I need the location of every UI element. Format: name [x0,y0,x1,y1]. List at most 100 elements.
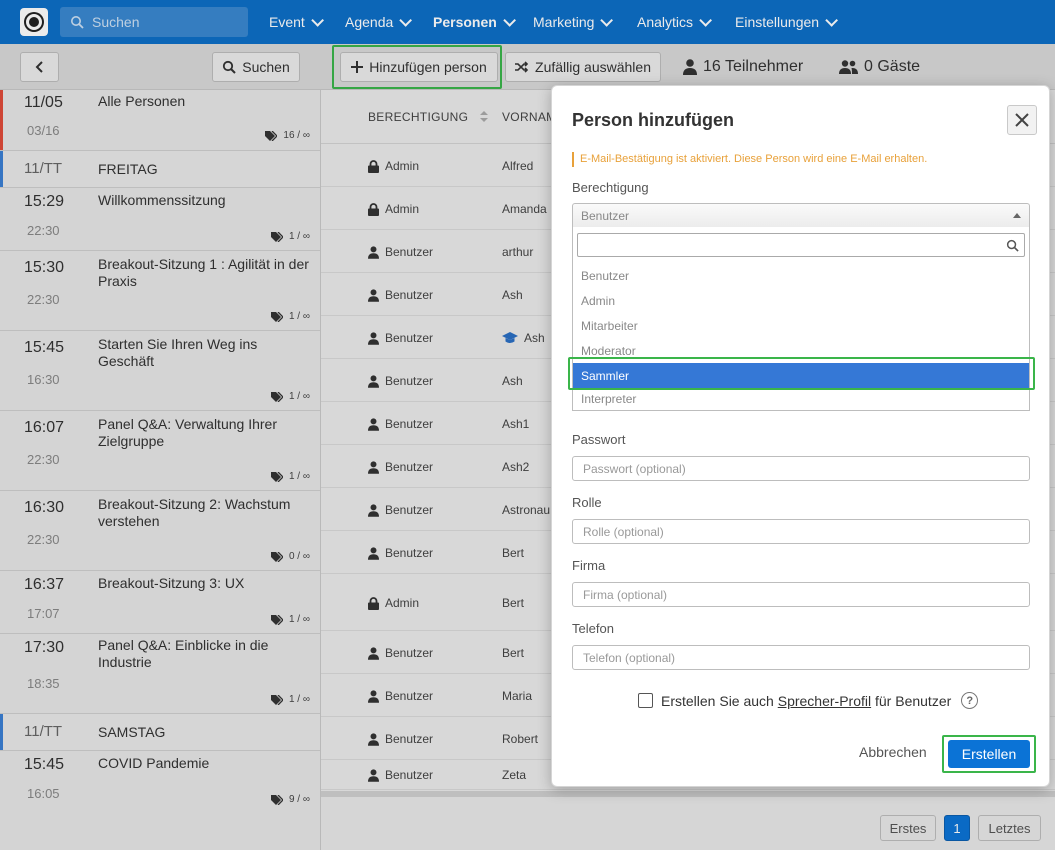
pager-last-button[interactable]: Letztes [978,815,1041,841]
nav-personen[interactable]: Personen [433,0,516,44]
pager-page-1[interactable]: 1 [944,815,970,841]
session-title: Breakout-Sitzung 2: Wachstum verstehen [98,496,291,529]
sidebar-session-item[interactable]: 16:07 22:30 Panel Q&A: Verwaltung Ihrer … [0,411,320,491]
sidebar-session-item[interactable]: 15:30 22:30 Breakout-Sitzung 1 : Agilitä… [0,251,320,331]
session-tag-count: 1 / ∞ [288,694,310,705]
role-option-benutzer[interactable]: Benutzer [573,263,1029,288]
session-tag-count: 1 / ∞ [288,471,310,482]
cancel-button[interactable]: Abbrechen [859,744,927,760]
role-cell-text: Benutzer [385,245,434,259]
sammler-highlight [568,357,1035,390]
user-icon [368,374,379,388]
firstname-cell: Ash [502,374,523,388]
session-end: 22:30 [27,292,60,307]
rolle-label: Rolle [572,495,602,510]
search-icon [71,16,84,29]
sidebar-item-all-persons[interactable]: 11/05 03/16 Alle Personen 16 / ∞ [0,90,320,151]
role-cell: Benutzer [368,646,433,660]
telefon-field[interactable]: Telefon (optional) [572,645,1030,670]
role-cell: Admin [368,202,419,216]
rolle-field[interactable]: Rolle (optional) [572,519,1030,544]
day-indicator [0,151,3,187]
role-option-interpreter[interactable]: Interpreter [573,388,1029,410]
nav-marketing[interactable]: Marketing [533,0,614,44]
speaker-profile-link[interactable]: Sprecher-Profil [778,693,871,709]
add-person-modal: Person hinzufügen E-Mail-Bestätigung ist… [551,85,1050,787]
chevron-left-icon [35,61,43,73]
firstname-cell: Zeta [502,768,526,782]
session-end: 22:30 [27,452,60,467]
session-title: Breakout-Sitzung 3: UX [98,575,245,591]
firstname-cell-text: Amanda [502,202,547,216]
random-select-label: Zufällig auswählen [535,59,651,75]
tag-icon [265,130,278,141]
header-berechtigung[interactable]: BERECHTIGUNG [368,110,488,124]
user-icon [368,460,379,474]
tag-icon [270,551,283,562]
role-option-mitarbeiter[interactable]: Mitarbeiter [573,313,1029,338]
speaker-text-pre: Erstellen Sie auch [661,692,778,709]
session-title: Breakout-Sitzung 1 : Agilität in der Pra… [98,256,309,289]
horizontal-scrollbar[interactable] [321,791,1055,797]
role-cell-text: Benutzer [385,374,434,388]
firma-label: Firma [572,558,606,573]
session-title: Alle Personen [98,93,186,109]
session-title: Panel Q&A: Einblicke in die Industrie [98,637,269,670]
session-start: 17:30 [24,639,65,656]
tag-icon [270,614,283,625]
firstname-cell: Ash [502,288,523,302]
nav-einstellungen[interactable]: Einstellungen [735,0,839,44]
chevron-down-icon [699,13,713,27]
speaker-profile-checkbox-row: Erstellen Sie auch Sprecher-Profil für B… [638,692,979,709]
nav-agenda[interactable]: Agenda [345,0,413,44]
tag-icon [270,391,283,402]
session-tag-count: 1 / ∞ [288,391,310,402]
nav-analytics[interactable]: Analytics [637,0,713,44]
random-select-button[interactable]: Zufällig auswählen [505,52,661,82]
tag-icon [270,794,283,805]
sidebar-session-item[interactable]: 16:30 22:30 Breakout-Sitzung 2: Wachstum… [0,491,320,571]
add-person-button[interactable]: Hinzufügen person [340,52,498,82]
sidebar-session-item[interactable]: 15:45 16:05 COVID Pandemie 9 / ∞ [0,751,320,821]
password-field[interactable]: Passwort (optional) [572,456,1030,481]
sidebar-search-button[interactable]: Suchen [212,52,300,82]
role-cell-text: Benutzer [385,503,434,517]
nav-agenda-label: Agenda [345,14,394,30]
session-tag-count: 1 / ∞ [288,231,310,242]
create-button[interactable]: Erstellen [948,740,1030,768]
speaker-profile-checkbox[interactable] [638,693,653,708]
sidebar-session-item[interactable]: 15:29 22:30 Willkommenssitzung 1 / ∞ [0,188,320,251]
role-dropdown-search[interactable] [577,233,1025,257]
role-option-admin[interactable]: Admin [573,288,1029,313]
nav-event[interactable]: Event [269,0,324,44]
pager-first-button[interactable]: Erstes [880,815,936,841]
firstname-cell-text: Bert [502,646,525,660]
user-icon [683,59,697,75]
sort-icon [479,111,488,122]
header-berechtigung-label: BERECHTIGUNG [368,110,469,124]
sidebar-session-item[interactable]: 17:30 18:35 Panel Q&A: Einblicke in die … [0,634,320,714]
role-cell: Benutzer [368,374,433,388]
firstname-cell-text: arthur [502,245,534,259]
role-select[interactable]: Benutzer [572,203,1030,227]
session-end: 22:30 [27,532,60,547]
add-person-label: Hinzufügen person [369,59,487,75]
firstname-cell-text: Zeta [502,768,527,782]
back-button[interactable] [20,52,59,82]
help-icon[interactable]: ? [961,692,979,709]
caret-up-icon [1013,213,1021,218]
session-start: 16:07 [24,419,65,436]
nav-analytics-label: Analytics [637,14,694,30]
firstname-cell-text: Robert [502,732,539,746]
sidebar-session-item[interactable]: 15:45 16:30 Starten Sie Ihren Weg ins Ge… [0,331,320,411]
role-label: Berechtigung [572,180,649,195]
app-logo[interactable] [20,8,48,36]
sidebar-day-saturday: 11/TT SAMSTAG [0,714,320,751]
global-search-input[interactable]: Suchen [60,7,248,37]
email-confirmation-warning: E-Mail-Bestätigung ist aktiviert. Diese … [572,152,927,167]
firma-field[interactable]: Firma (optional) [572,582,1030,607]
sidebar-session-item[interactable]: 16:37 17:07 Breakout-Sitzung 3: UX 1 / ∞ [0,571,320,634]
modal-close-button[interactable] [1007,105,1037,135]
firstname-cell: Bert [502,646,524,660]
lock-icon [368,202,379,216]
